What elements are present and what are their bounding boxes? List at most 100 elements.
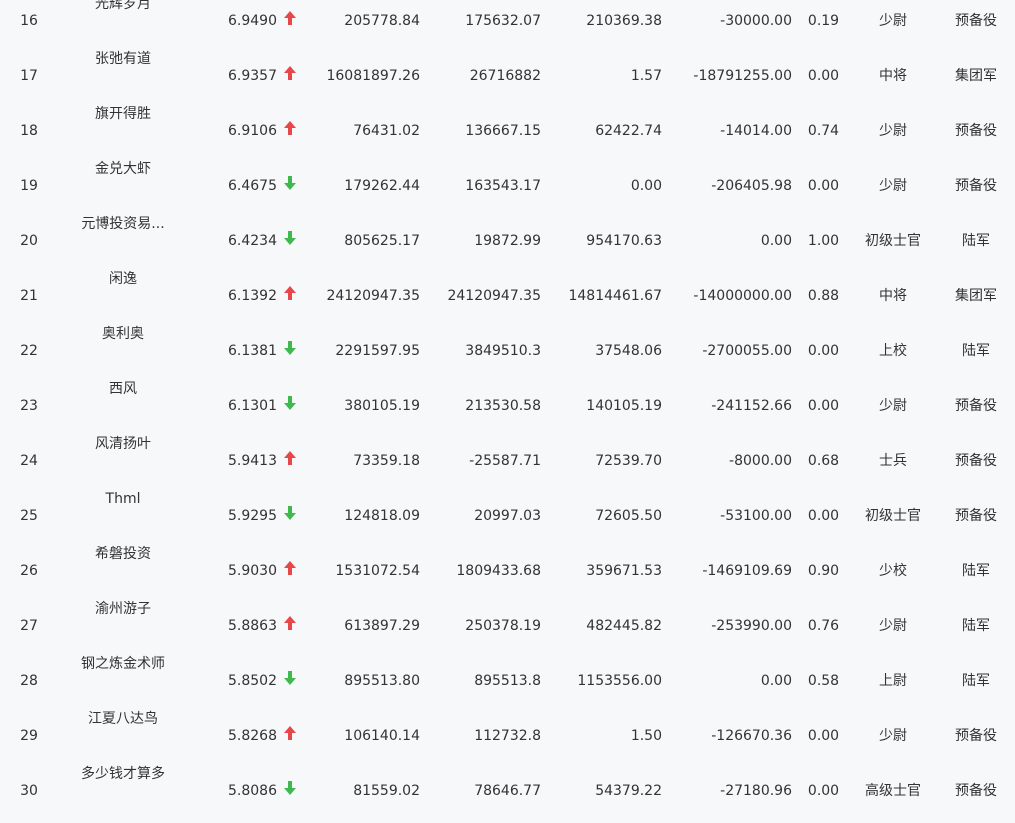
value-cell: 26716882 bbox=[469, 68, 541, 84]
value-cell: 78646.77 bbox=[474, 783, 541, 799]
name-link[interactable]: Thml bbox=[70, 490, 176, 508]
branch-cell: 陆军 bbox=[962, 618, 990, 634]
name-link[interactable]: 希磐投资 bbox=[70, 545, 176, 563]
arrow-down-icon bbox=[283, 505, 301, 525]
ratio-cell: 0.90 bbox=[807, 563, 840, 579]
name-link[interactable]: 多少钱才算多 bbox=[70, 765, 176, 783]
score-cell: 6.4234 bbox=[228, 233, 277, 249]
table-row[interactable]: 29 江夏八达鸟 5.8268 106140.14 112732.8 1.50 -12667… bbox=[0, 705, 1015, 760]
value-cell: 213530.58 bbox=[465, 398, 541, 414]
value-cell: 1.57 bbox=[630, 68, 662, 84]
arrow-up-icon bbox=[283, 120, 301, 140]
table-row[interactable]: 23 西风 6.1301 380105.19 213530.58 140105.19 -24… bbox=[0, 375, 1015, 430]
value-cell: 124818.09 bbox=[344, 508, 420, 524]
military-rank-cell: 中将 bbox=[879, 288, 907, 304]
table-row[interactable]: 21 闲逸 6.1392 24120947.35 24120947.35 14814461… bbox=[0, 265, 1015, 320]
name-link[interactable]: 金兑大虾 bbox=[70, 160, 176, 178]
table-row[interactable]: 26 希磐投资 5.9030 1531072.54 1809433.68 359671.5… bbox=[0, 540, 1015, 595]
value-cell: 613897.29 bbox=[344, 618, 420, 634]
score-cell: 5.9030 bbox=[228, 563, 277, 579]
value-cell: -126670.36 bbox=[711, 728, 792, 744]
ratio-cell: 0.19 bbox=[807, 13, 840, 29]
value-cell: 37548.06 bbox=[595, 343, 662, 359]
value-cell: -30000.00 bbox=[720, 13, 792, 29]
value-cell: 0.00 bbox=[630, 178, 662, 194]
score-cell: 5.9295 bbox=[228, 508, 277, 524]
value-cell: -241152.66 bbox=[711, 398, 792, 414]
arrow-up-icon bbox=[283, 725, 301, 745]
name-link[interactable]: 江夏八达鸟 bbox=[70, 710, 176, 728]
name-link[interactable]: 风清扬叶 bbox=[70, 435, 176, 453]
value-cell: -14014.00 bbox=[720, 123, 792, 139]
value-cell: 954170.63 bbox=[586, 233, 662, 249]
value-cell: 895513.8 bbox=[474, 673, 541, 689]
military-rank-cell: 少尉 bbox=[879, 618, 907, 634]
score-cell: 5.9413 bbox=[228, 453, 277, 469]
military-rank-cell: 初级士官 bbox=[865, 508, 921, 524]
branch-cell: 预备役 bbox=[955, 783, 997, 799]
ratio-cell: 0.58 bbox=[807, 673, 840, 689]
name-link[interactable]: 张弛有道 bbox=[70, 50, 176, 68]
value-cell: 805625.17 bbox=[344, 233, 420, 249]
value-cell: 54379.22 bbox=[595, 783, 662, 799]
branch-cell: 预备役 bbox=[955, 398, 997, 414]
value-cell: -53100.00 bbox=[720, 508, 792, 524]
table-row[interactable]: 19 金兑大虾 6.4675 179262.44 163543.17 0.00 -20640… bbox=[0, 155, 1015, 210]
value-cell: 210369.38 bbox=[586, 13, 662, 29]
ratio-cell: 0.00 bbox=[807, 343, 840, 359]
name-link[interactable]: 奥利奥 bbox=[70, 325, 176, 343]
military-rank-cell: 士兵 bbox=[879, 453, 907, 469]
table-row[interactable]: 25 Thml 5.9295 124818.09 20997.03 72605.50 -53… bbox=[0, 485, 1015, 540]
rank-cell: 19 bbox=[20, 178, 38, 194]
table-row[interactable]: 30 多少钱才算多 5.8086 81559.02 78646.77 54379.22 -2… bbox=[0, 760, 1015, 815]
branch-cell: 陆军 bbox=[962, 563, 990, 579]
name-link[interactable]: 渝州游子 bbox=[70, 600, 176, 618]
ratio-cell: 0.00 bbox=[807, 178, 840, 194]
table-row[interactable]: 17 张弛有道 6.9357 16081897.26 26716882 1.57 -1879… bbox=[0, 45, 1015, 100]
military-rank-cell: 中将 bbox=[879, 68, 907, 84]
ratio-cell: 0.00 bbox=[807, 783, 840, 799]
table-row[interactable]: 24 风清扬叶 5.9413 73359.18 -25587.71 72539.70 -80… bbox=[0, 430, 1015, 485]
value-cell: -206405.98 bbox=[711, 178, 792, 194]
table-row[interactable]: 18 旗开得胜 6.9106 76431.02 136667.15 62422.74 -14… bbox=[0, 100, 1015, 155]
rank-cell: 21 bbox=[20, 288, 38, 304]
value-cell: -18791255.00 bbox=[693, 68, 792, 84]
name-link[interactable]: 西风 bbox=[70, 380, 176, 398]
value-cell: 163543.17 bbox=[465, 178, 541, 194]
branch-cell: 陆军 bbox=[962, 673, 990, 689]
name-link[interactable]: 闲逸 bbox=[70, 270, 176, 288]
value-cell: 0.00 bbox=[760, 673, 792, 689]
rank-cell: 30 bbox=[20, 783, 38, 799]
table-row[interactable]: 16 光辉岁月 6.9490 205778.84 175632.07 210369.38 -… bbox=[0, 0, 1015, 45]
rank-cell: 25 bbox=[20, 508, 38, 524]
score-cell: 6.1301 bbox=[228, 398, 277, 414]
arrow-up-icon bbox=[283, 560, 301, 580]
score-cell: 6.9357 bbox=[228, 68, 277, 84]
value-cell: -27180.96 bbox=[720, 783, 792, 799]
rank-cell: 16 bbox=[20, 13, 38, 29]
value-cell: 72605.50 bbox=[595, 508, 662, 524]
arrow-up-icon bbox=[283, 615, 301, 635]
ratio-cell: 0.68 bbox=[807, 453, 840, 469]
rank-cell: 18 bbox=[20, 123, 38, 139]
table-row[interactable]: 22 奥利奥 6.1381 2291597.95 3849510.3 37548.06 -2… bbox=[0, 320, 1015, 375]
table-row[interactable]: 20 元博投资易... 6.4234 805625.17 19872.99 954170.… bbox=[0, 210, 1015, 265]
military-rank-cell: 少尉 bbox=[879, 123, 907, 139]
name-link[interactable]: 光辉岁月 bbox=[70, 0, 176, 13]
name-link[interactable]: 元博投资易... bbox=[70, 215, 176, 233]
table-row[interactable]: 27 渝州游子 5.8863 613897.29 250378.19 482445.82 -… bbox=[0, 595, 1015, 650]
military-rank-cell: 少尉 bbox=[879, 178, 907, 194]
ranking-table: 16 光辉岁月 6.9490 205778.84 175632.07 210369.38 -… bbox=[0, 0, 1015, 823]
table-row[interactable]: 28 钢之炼金术师 5.8502 895513.80 895513.8 1153556.0… bbox=[0, 650, 1015, 705]
branch-cell: 预备役 bbox=[955, 178, 997, 194]
value-cell: -25587.71 bbox=[469, 453, 541, 469]
ratio-cell: 1.00 bbox=[807, 233, 840, 249]
name-link[interactable]: 钢之炼金术师 bbox=[70, 655, 176, 673]
value-cell: 895513.80 bbox=[344, 673, 420, 689]
value-cell: 76431.02 bbox=[353, 123, 420, 139]
arrow-up-icon bbox=[283, 10, 301, 30]
value-cell: 380105.19 bbox=[344, 398, 420, 414]
name-link[interactable]: 旗开得胜 bbox=[70, 105, 176, 123]
value-cell: 175632.07 bbox=[465, 13, 541, 29]
military-rank-cell: 上校 bbox=[879, 343, 907, 359]
